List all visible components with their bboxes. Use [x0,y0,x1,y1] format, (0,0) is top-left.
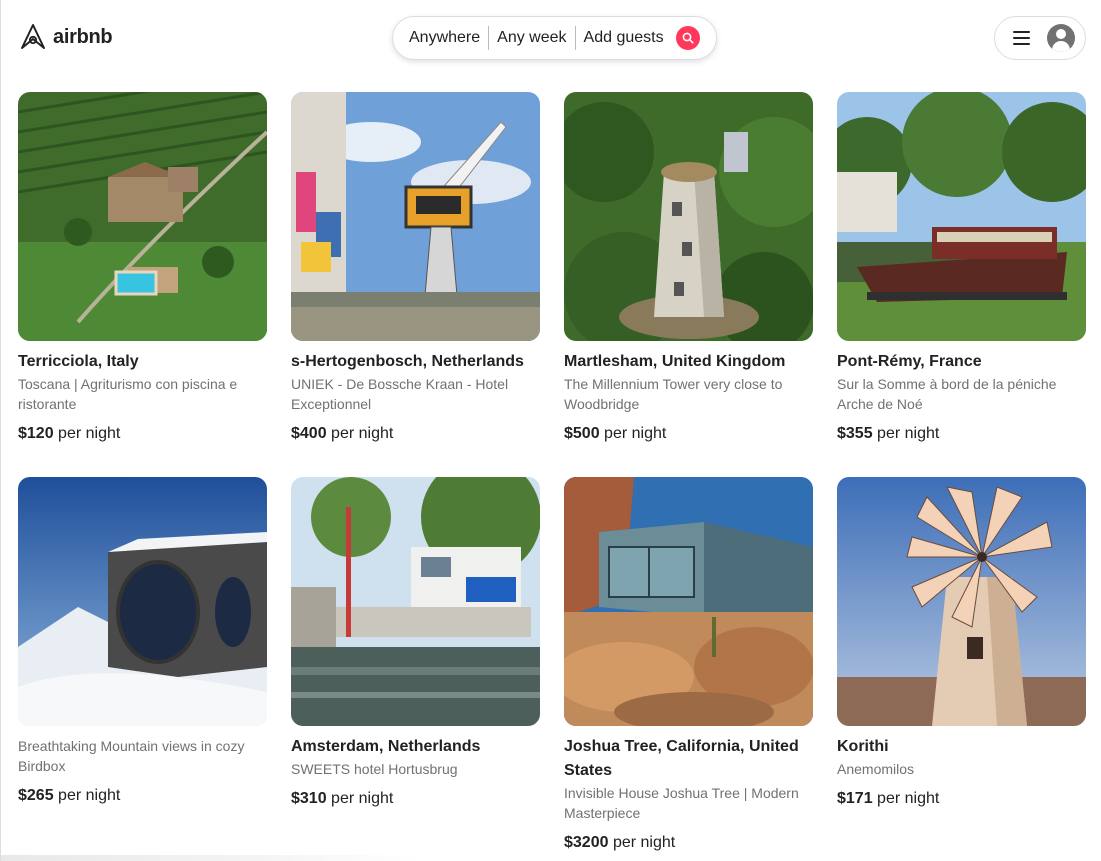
dates-filter-button[interactable]: Any week [489,29,574,47]
listing-card[interactable]: Joshua Tree, California, United States I… [564,477,813,855]
listing-title: Amsterdam, Netherlands [291,738,481,755]
listing-photo-terricciola[interactable] [18,92,267,341]
airbnb-home-link[interactable]: airbnb [19,23,113,51]
brand-name: airbnb [53,25,113,48]
listing-title: Martlesham, United Kingdom [564,353,786,370]
listing-price: $265 per night [18,787,121,804]
user-avatar-icon [1047,24,1075,52]
listing-price: $3200 per night [564,834,676,851]
guests-filter-button[interactable]: Add guests [576,29,672,47]
user-menu-button[interactable] [994,16,1086,60]
listing-photo-birdbox[interactable] [18,477,267,726]
search-bar[interactable]: Anywhere Any week Add guests [392,16,717,60]
listing-title: Terricciola, Italy [18,353,139,370]
listing-photo-bossche-kraan[interactable] [291,92,540,341]
listing-description: Anemomilos [837,761,915,777]
listing-photo-arche-de-noe[interactable] [837,92,1086,341]
listing-description: Sur la Somme à bord de la péniche Arche … [837,376,1057,412]
search-button[interactable] [675,26,700,50]
listing-price: $355 per night [837,425,940,442]
listing-card[interactable]: Pont-Rémy, France Sur la Somme à bord de… [837,92,1086,446]
listing-title: s-Hertogenbosch, Netherlands [291,353,524,370]
top-navigation-bar: airbnb Anywhere Any week Add guests [1,0,1101,76]
scroll-edge-shadow [1,855,421,861]
listing-photo-windmill[interactable] [837,477,1086,726]
listing-card[interactable]: Breathtaking Mountain views in cozy Bird… [18,477,267,808]
listing-description: The Millennium Tower very close to Woodb… [564,376,783,412]
airbnb-logo-icon [19,23,47,51]
listing-card[interactable]: Terricciola, Italy Toscana | Agriturismo… [18,92,267,446]
hamburger-menu-icon [1013,31,1030,45]
listing-description: SWEETS hotel Hortusbrug [291,761,458,777]
listing-title: Korithi [837,738,889,755]
listing-card[interactable]: Martlesham, United Kingdom The Millenniu… [564,92,813,446]
listing-price: $400 per night [291,425,394,442]
listing-card[interactable]: s-Hertogenbosch, Netherlands UNIEK - De … [291,92,540,446]
listing-price: $500 per night [564,425,667,442]
listing-title: Pont-Rémy, France [837,353,982,370]
listing-price: $310 per night [291,790,394,807]
listing-description: Breathtaking Mountain views in cozy Bird… [18,738,245,774]
listing-price: $171 per night [837,790,940,807]
listing-title: Joshua Tree, California, United States [564,738,799,779]
listing-photo-sweets-hotel[interactable] [291,477,540,726]
location-filter-button[interactable]: Anywhere [393,29,488,47]
listing-description: Invisible House Joshua Tree | Modern Mas… [564,785,799,821]
listing-description: Toscana | Agriturismo con piscina e rist… [18,376,238,412]
listing-photo-millennium-tower[interactable] [564,92,813,341]
listing-description: UNIEK - De Bossche Kraan - Hotel Excepti… [291,376,509,412]
search-icon [682,32,694,44]
listing-card[interactable]: Korithi Anemomilos $171 per night [837,477,1086,811]
listing-price: $120 per night [18,425,121,442]
listing-card[interactable]: Amsterdam, Netherlands SWEETS hotel Hort… [291,477,540,811]
listing-photo-invisible-house[interactable] [564,477,813,726]
